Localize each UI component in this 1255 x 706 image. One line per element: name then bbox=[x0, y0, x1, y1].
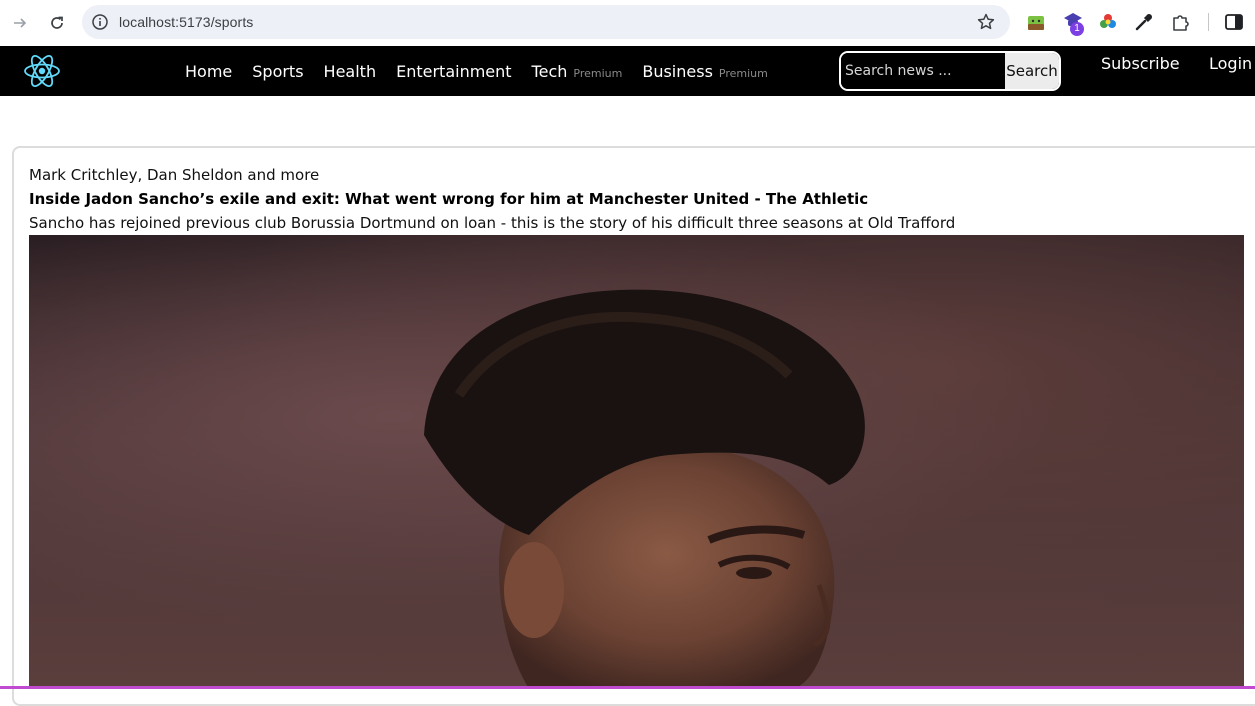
nav-tech[interactable]: Tech Premium bbox=[532, 62, 623, 81]
search-form: Search bbox=[839, 51, 1061, 91]
react-logo-icon[interactable] bbox=[22, 51, 62, 91]
extensions-puzzle-icon[interactable] bbox=[1170, 11, 1192, 33]
site-header: Home Sports Health Entertainment Tech Pr… bbox=[0, 46, 1255, 96]
article-description: Sancho has rejoined previous club Boruss… bbox=[29, 214, 956, 232]
nav-tech-label: Tech bbox=[531, 61, 568, 81]
subscribe-link[interactable]: Subscribe bbox=[1101, 54, 1180, 73]
extension-badge-button[interactable]: 1 bbox=[1062, 10, 1088, 36]
extension-android-icon[interactable] bbox=[1025, 11, 1047, 33]
premium-tag: Premium bbox=[573, 66, 623, 80]
forward-button[interactable] bbox=[7, 10, 33, 36]
nav-home-label: Home bbox=[185, 61, 233, 81]
nav-business-label: Business bbox=[642, 61, 713, 81]
nav-entertainment-label: Entertainment bbox=[396, 61, 512, 81]
article-title[interactable]: Inside Jadon Sancho’s exile and exit: Wh… bbox=[29, 190, 868, 208]
nav-entertainment[interactable]: Entertainment bbox=[396, 62, 511, 81]
nav-sports-label: Sports bbox=[252, 61, 304, 81]
browser-toolbar: localhost:5173/sports 1 bbox=[0, 0, 1255, 46]
nav-sports[interactable]: Sports bbox=[252, 62, 303, 81]
site-info-icon[interactable] bbox=[91, 13, 109, 31]
bookmark-star-icon[interactable] bbox=[976, 12, 996, 32]
login-link[interactable]: Login bbox=[1209, 54, 1252, 73]
article-image[interactable] bbox=[29, 235, 1244, 689]
address-bar[interactable]: localhost:5173/sports bbox=[82, 5, 1010, 39]
nav-health[interactable]: Health bbox=[324, 62, 377, 81]
search-button[interactable]: Search bbox=[1005, 53, 1059, 89]
extension-color-picker-icon[interactable] bbox=[1097, 11, 1119, 33]
reload-icon bbox=[51, 16, 63, 29]
nav-business[interactable]: Business Premium bbox=[642, 62, 768, 81]
main-nav: Home Sports Health Entertainment Tech Pr… bbox=[185, 46, 788, 96]
toolbar-divider bbox=[1208, 13, 1209, 31]
extension-badge-count: 1 bbox=[1070, 22, 1084, 36]
reload-button[interactable] bbox=[44, 10, 70, 36]
nav-health-label: Health bbox=[323, 61, 377, 81]
premium-tag: Premium bbox=[718, 66, 768, 80]
search-input[interactable] bbox=[841, 53, 1005, 89]
side-panel-icon[interactable] bbox=[1223, 11, 1245, 33]
eyedropper-icon[interactable] bbox=[1133, 11, 1155, 33]
article-author: Mark Critchley, Dan Sheldon and more bbox=[29, 166, 320, 184]
arrow-right-icon bbox=[14, 18, 27, 28]
url-text[interactable]: localhost:5173/sports bbox=[119, 14, 253, 30]
nav-home[interactable]: Home bbox=[185, 62, 232, 81]
player-photo bbox=[424, 289, 865, 689]
